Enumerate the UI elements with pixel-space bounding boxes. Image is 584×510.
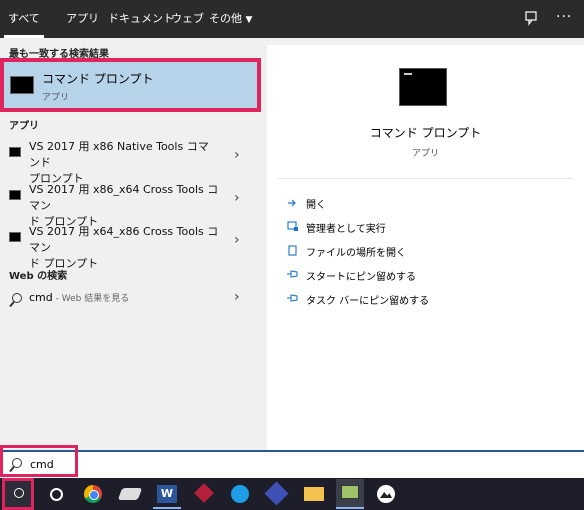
best-match-item[interactable]: コマンド プロンプト アプリ xyxy=(0,58,261,112)
best-match-heading: 最も一致する検索結果 xyxy=(9,49,109,60)
word-icon-label: W xyxy=(157,485,177,503)
list-item[interactable]: VS 2017 用 x86_x64 Cross Tools コマン ド プロンプ… xyxy=(0,182,258,228)
action-label: タスク バーにピン留めする xyxy=(306,296,430,307)
app-label-line1: VS 2017 用 x86_x64 Cross Tools コマン xyxy=(29,183,219,212)
shield-icon xyxy=(287,221,299,232)
search-icon xyxy=(12,293,22,303)
chevron-right-icon[interactable]: › xyxy=(234,232,240,248)
web-search-item[interactable]: cmd - Web 結果を見る › xyxy=(0,289,258,310)
taskbar-search-highlight xyxy=(2,478,34,510)
action-label: 管理者として実行 xyxy=(306,224,386,235)
command-prompt-icon xyxy=(9,190,21,200)
tab-all[interactable]: すべて xyxy=(4,0,44,38)
pin-icon xyxy=(287,293,299,304)
best-match-title: コマンド プロンプト xyxy=(42,72,154,86)
file-explorer-icon[interactable] xyxy=(300,479,328,509)
app-icon[interactable] xyxy=(190,479,218,509)
chevron-down-icon: ▼ xyxy=(245,15,253,25)
tab-more[interactable]: その他 ▼ xyxy=(209,0,252,38)
command-prompt-icon xyxy=(10,76,34,94)
action-label: ファイルの場所を開く xyxy=(306,248,406,259)
pin-icon xyxy=(287,269,299,280)
chevron-right-icon[interactable]: › xyxy=(234,190,240,206)
app-icon[interactable] xyxy=(227,479,255,509)
app-label: VS 2017 用 x64_x86 Cross Tools コマン ド プロンプ… xyxy=(29,224,219,272)
action-label: 開く xyxy=(306,200,326,211)
search-input[interactable]: cmd xyxy=(30,458,54,471)
app-icon[interactable] xyxy=(336,479,364,509)
chevron-right-icon[interactable]: › xyxy=(234,289,240,305)
preview-subtitle: アプリ xyxy=(411,149,439,159)
tab-documents[interactable]: ドキュメント xyxy=(108,0,174,38)
preview-title: コマンド プロンプト xyxy=(369,126,482,140)
feedback-icon[interactable] xyxy=(524,10,540,30)
app-icon[interactable] xyxy=(373,479,401,509)
search-box[interactable] xyxy=(0,450,584,478)
app-icon[interactable] xyxy=(116,479,144,509)
search-icon xyxy=(12,458,22,468)
web-sub-label: - Web 結果を見る xyxy=(52,294,130,304)
more-options-icon[interactable]: ··· xyxy=(556,9,572,25)
chrome-icon[interactable] xyxy=(80,479,108,509)
best-match-subtitle: アプリ xyxy=(42,93,70,103)
open-icon xyxy=(287,197,299,208)
command-prompt-icon xyxy=(9,147,21,157)
divider xyxy=(278,178,573,179)
app-label-line1: VS 2017 用 x64_x86 Cross Tools コマン xyxy=(29,225,219,254)
app-label: VS 2017 用 x86_x64 Cross Tools コマン ド プロンプ… xyxy=(29,182,219,230)
apps-heading: アプリ xyxy=(9,121,39,132)
cortana-icon[interactable] xyxy=(42,479,70,509)
command-prompt-icon xyxy=(399,68,447,106)
web-query: cmd xyxy=(29,291,53,304)
action-label: スタートにピン留めする xyxy=(306,272,416,283)
command-prompt-icon xyxy=(9,232,21,242)
app-label-line1: VS 2017 用 x86 Native Tools コマンド xyxy=(29,140,209,169)
web-search-label: cmd - Web 結果を見る xyxy=(29,291,129,304)
tab-web[interactable]: ウェブ xyxy=(171,0,204,38)
tab-more-label: その他 xyxy=(209,12,242,25)
file-location-icon xyxy=(287,245,299,256)
word-icon[interactable]: W xyxy=(153,479,181,509)
app-icon[interactable] xyxy=(263,479,291,509)
list-item[interactable]: VS 2017 用 x64_x86 Cross Tools コマン ド プロンプ… xyxy=(0,224,258,270)
app-label: VS 2017 用 x86 Native Tools コマンド プロンプト xyxy=(29,139,219,187)
tab-apps[interactable]: アプリ xyxy=(66,0,99,38)
web-heading: Web の検索 xyxy=(9,271,68,282)
list-item[interactable]: VS 2017 用 x86 Native Tools コマンド プロンプト › xyxy=(0,139,258,185)
chevron-right-icon[interactable]: › xyxy=(234,147,240,163)
